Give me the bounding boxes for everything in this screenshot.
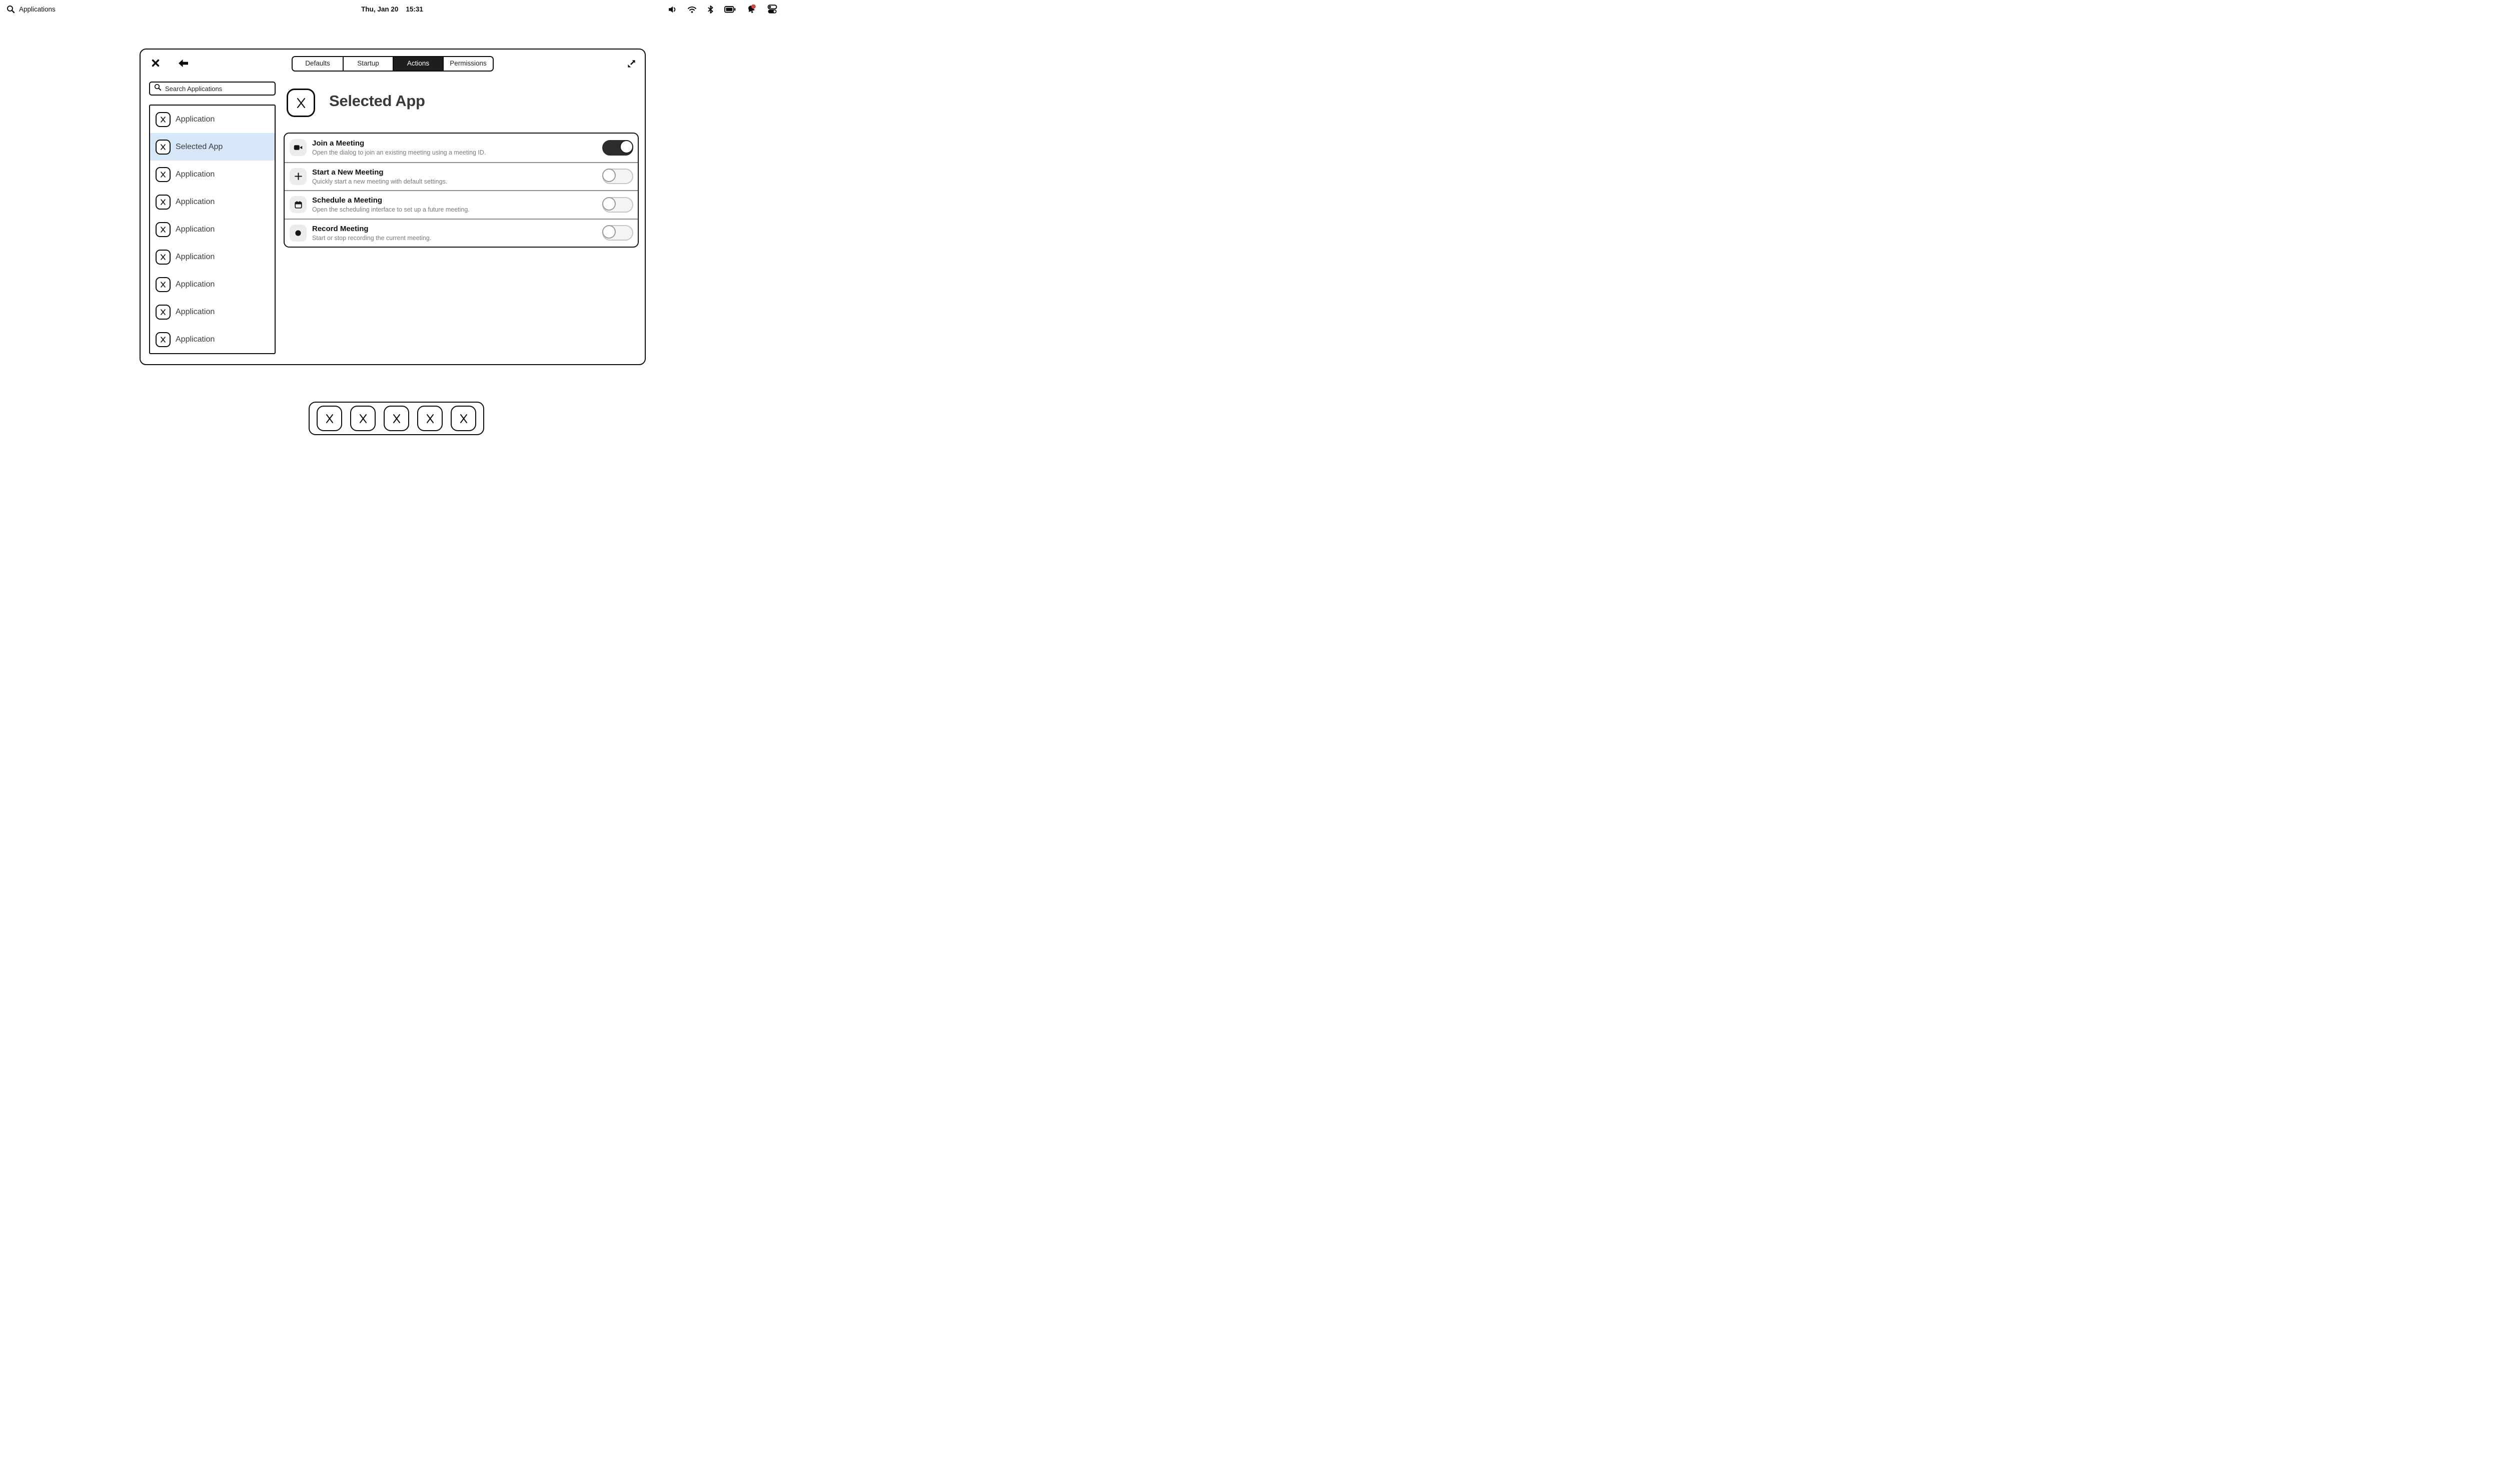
app-list-item[interactable]: Application	[150, 326, 275, 353]
action-title: Record Meeting	[312, 224, 597, 234]
search-icon	[7, 5, 15, 14]
selected-app-icon	[287, 89, 315, 117]
action-title: Join a Meeting	[312, 139, 597, 148]
app-label: Application	[176, 335, 215, 344]
search-input[interactable]	[165, 85, 271, 93]
app-label: Application	[176, 280, 215, 289]
app-label: Application	[176, 253, 215, 262]
app-list-item[interactable]: Application	[150, 106, 275, 133]
app-list-item[interactable]: Application	[150, 271, 275, 298]
toggle-knob	[602, 169, 616, 182]
action-text: Join a Meeting Open the dialog to join a…	[312, 139, 597, 157]
toggle-record-meeting[interactable]	[602, 225, 633, 241]
tab-startup[interactable]: Startup	[343, 57, 393, 71]
action-subtitle: Open the dialog to join an existing meet…	[312, 149, 597, 157]
action-row-start-meeting: Start a New Meeting Quickly start a new …	[285, 162, 638, 191]
app-x-icon	[156, 112, 171, 127]
system-status-area[interactable]	[668, 0, 777, 19]
activities-button[interactable]: Applications	[0, 5, 56, 14]
app-list-item[interactable]: Application	[150, 216, 275, 243]
app-label: Application	[176, 170, 215, 179]
app-label: Selected App	[176, 143, 223, 152]
app-list-item-selected[interactable]: Selected App	[150, 133, 275, 161]
bluetooth-icon	[707, 5, 714, 14]
tab-defaults[interactable]: Defaults	[293, 57, 343, 71]
action-title: Start a New Meeting	[312, 168, 597, 177]
toggle-knob	[602, 225, 616, 239]
actions-group: Join a Meeting Open the dialog to join a…	[284, 133, 639, 248]
time-label: 15:31	[406, 6, 423, 13]
toggle-start-meeting[interactable]	[602, 169, 633, 184]
close-button[interactable]	[150, 58, 161, 69]
notifications-icon	[746, 4, 757, 15]
settings-window: Defaults Startup Actions Permissions App…	[140, 49, 646, 365]
top-bar: Applications Thu, Jan 20 15:31	[0, 0, 784, 19]
application-list: Application Selected App Application App…	[149, 105, 276, 354]
video-camera-icon	[290, 139, 307, 156]
wifi-icon	[687, 6, 697, 14]
action-subtitle: Start or stop recording the current meet…	[312, 234, 597, 242]
dock-app-x-icon[interactable]	[384, 406, 409, 431]
app-label: Application	[176, 308, 215, 317]
dock-app-x-icon[interactable]	[417, 406, 443, 431]
action-subtitle: Quickly start a new meeting with default…	[312, 178, 597, 186]
quick-settings-icon	[767, 5, 777, 14]
toggle-schedule-meeting[interactable]	[602, 197, 633, 213]
tab-actions[interactable]: Actions	[393, 57, 443, 71]
app-x-icon	[156, 305, 171, 320]
clock[interactable]: Thu, Jan 20 15:31	[361, 6, 423, 13]
plus-icon	[290, 168, 307, 185]
toggle-knob	[620, 140, 633, 154]
battery-icon	[724, 6, 736, 13]
action-row-record-meeting: Record Meeting Start or stop recording t…	[285, 219, 638, 247]
action-text: Start a New Meeting Quickly start a new …	[312, 168, 597, 186]
applications-label: Applications	[19, 6, 56, 13]
app-label: Application	[176, 225, 215, 234]
selected-app-header: Selected App	[287, 89, 425, 117]
app-label: Application	[176, 115, 215, 124]
toggle-join-meeting[interactable]	[602, 140, 633, 156]
date-label: Thu, Jan 20	[361, 6, 398, 13]
dock-app-x-icon[interactable]	[317, 406, 342, 431]
app-list-item[interactable]: Application	[150, 298, 275, 326]
app-x-icon	[156, 332, 171, 347]
dock	[309, 402, 484, 435]
calendar-icon	[290, 196, 307, 213]
app-x-icon	[156, 140, 171, 155]
volume-icon	[668, 6, 677, 14]
app-list-item[interactable]: Application	[150, 243, 275, 271]
desktop: Applications Thu, Jan 20 15:31	[0, 0, 784, 441]
page-title: Selected App	[329, 92, 425, 110]
action-subtitle: Open the scheduling interface to set up …	[312, 206, 597, 214]
back-button[interactable]	[177, 58, 189, 68]
action-row-join-meeting: Join a Meeting Open the dialog to join a…	[285, 134, 638, 162]
dock-app-x-icon[interactable]	[451, 406, 476, 431]
action-row-schedule-meeting: Schedule a Meeting Open the scheduling i…	[285, 190, 638, 219]
app-list-item[interactable]: Application	[150, 161, 275, 188]
action-title: Schedule a Meeting	[312, 196, 597, 205]
action-text: Record Meeting Start or stop recording t…	[312, 224, 597, 242]
search-applications-field[interactable]	[149, 82, 276, 96]
app-x-icon	[156, 277, 171, 292]
record-icon	[290, 225, 307, 242]
search-icon	[154, 84, 162, 94]
app-label: Application	[176, 198, 215, 207]
toggle-knob	[602, 197, 616, 211]
app-list-item[interactable]: Application	[150, 188, 275, 216]
app-x-icon	[156, 250, 171, 265]
expand-icon[interactable]	[626, 58, 637, 69]
app-x-icon	[156, 195, 171, 210]
tab-bar: Defaults Startup Actions Permissions	[292, 56, 494, 72]
app-x-icon	[156, 167, 171, 182]
app-x-icon	[156, 222, 171, 237]
tab-permissions[interactable]: Permissions	[443, 57, 493, 71]
dock-app-x-icon[interactable]	[350, 406, 376, 431]
action-text: Schedule a Meeting Open the scheduling i…	[312, 196, 597, 214]
